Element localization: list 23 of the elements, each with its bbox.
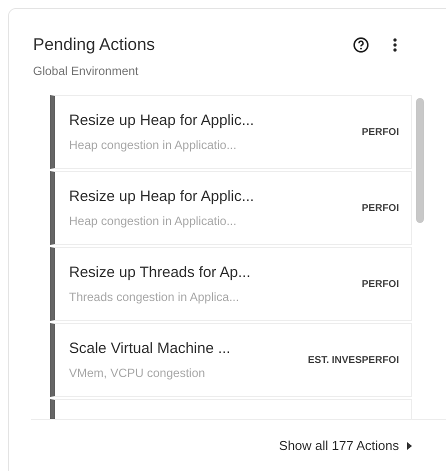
action-row[interactable]: Scale Virtual Machine ... VMem, VCPU congestion EST. INVESPERFOI bbox=[50, 323, 412, 397]
show-all-link[interactable]: Show all 177 Actions bbox=[279, 436, 412, 456]
card-subtitle: Global Environment bbox=[33, 63, 140, 80]
action-row[interactable]: Resize up Threads for Ap... Threads congestion in Applica... PERFOI bbox=[50, 247, 412, 321]
action-row[interactable]: Resize up Heap for Applic... Heap congestion in Applicatio... PERFOI bbox=[50, 171, 412, 245]
action-title: Scale Virtual Machine ... bbox=[69, 339, 232, 360]
help-icon[interactable] bbox=[353, 37, 369, 53]
action-description: Heap congestion in Applicatio... bbox=[69, 212, 238, 230]
action-title: Resize up Heap for Applic... bbox=[69, 187, 256, 208]
action-tag: PERFOI bbox=[362, 276, 399, 292]
action-description: Heap congestion in Applicatio... bbox=[69, 136, 238, 154]
card-title: Pending Actions bbox=[33, 34, 156, 56]
action-title: Resize up Heap for Applic... bbox=[69, 111, 256, 132]
scrollbar-thumb[interactable] bbox=[416, 98, 424, 223]
more-options-icon[interactable] bbox=[393, 37, 397, 53]
action-tag: PERFOI bbox=[362, 124, 399, 140]
action-title: Resize up Threads for Ap... bbox=[69, 263, 252, 284]
action-row[interactable]: Resize up Heap for Applic... Heap congestion in Applicatio... PERFOI bbox=[50, 95, 412, 169]
action-tag: PERFOI bbox=[362, 200, 399, 216]
caret-icon bbox=[407, 442, 412, 450]
action-description: Threads congestion in Applica... bbox=[69, 288, 240, 306]
action-description: VMem, VCPU congestion bbox=[69, 364, 206, 382]
action-tag: EST. INVESPERFOI bbox=[308, 352, 399, 368]
